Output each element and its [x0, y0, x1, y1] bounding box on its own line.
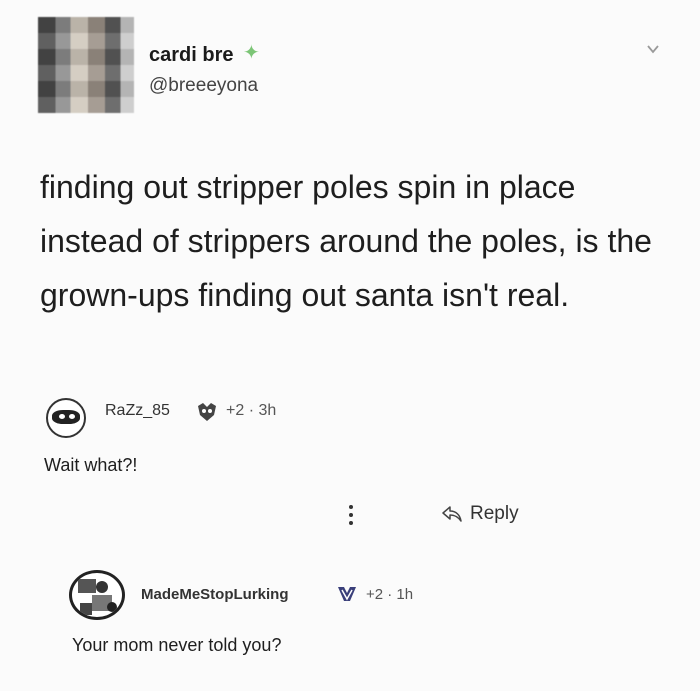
flair-icon — [338, 587, 356, 601]
avatar-face — [52, 410, 80, 424]
more-options-icon[interactable] — [348, 503, 354, 527]
post-author-handle[interactable]: @breeeyona — [149, 75, 258, 97]
avatar[interactable] — [46, 398, 86, 438]
comment-meta: +2 · 1h — [366, 586, 414, 603]
reply-icon[interactable] — [441, 505, 463, 523]
chevron-down-icon[interactable] — [646, 42, 660, 56]
post-text: finding out stripper poles spin in place… — [40, 169, 652, 313]
comment-meta: +2 · 3h — [226, 402, 277, 419]
comment-text: Wait what?! — [44, 455, 138, 475]
comment-username[interactable]: RaZz_85 — [105, 402, 170, 420]
flair-icon — [198, 403, 216, 421]
sparkle-icon: ✦ — [243, 42, 260, 64]
comment-username[interactable]: MadeMeStopLurking — [141, 586, 289, 603]
avatar[interactable] — [38, 17, 134, 113]
avatar-eye — [69, 414, 75, 419]
comment-text: Your mom never told you? — [72, 635, 282, 655]
avatar-eye — [59, 414, 65, 419]
post-author-name[interactable]: cardi bre — [149, 44, 233, 67]
avatar[interactable] — [69, 570, 125, 620]
avatar-illustration — [78, 579, 117, 615]
screenshot-canvas: cardi bre ✦ @breeeyona finding out strip… — [0, 0, 700, 691]
reply-button[interactable]: Reply — [470, 503, 519, 525]
